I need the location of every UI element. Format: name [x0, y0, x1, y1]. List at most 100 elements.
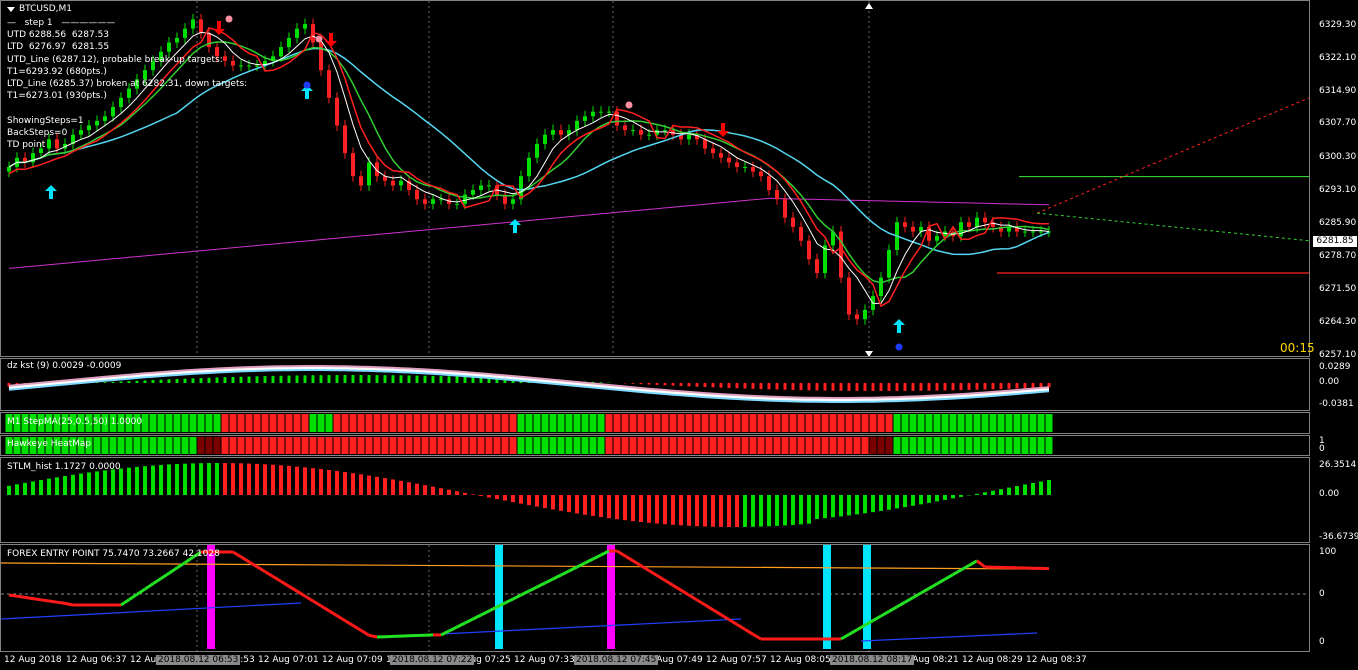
heatmap-cell: [637, 437, 645, 454]
forex-signal-segment: [736, 623, 746, 631]
candle-body: [767, 176, 771, 191]
forex-signal-segment: [632, 559, 642, 567]
stepma-cell: [237, 414, 245, 432]
heatmap-cell: [181, 437, 189, 454]
forex-signal-segment: [280, 580, 290, 588]
stepma-cell: [301, 414, 309, 432]
heatmap-cell: [437, 437, 445, 454]
candle-body: [791, 217, 795, 227]
stepma-cell: [941, 414, 949, 432]
forex-signal-segment: [128, 593, 138, 601]
candle-body: [303, 24, 307, 29]
stepma-cell: [245, 414, 253, 432]
candle-body: [855, 314, 859, 320]
stepma-cell: [653, 414, 661, 432]
stlm-indicator-pane[interactable]: STLM_hist 1.1727 0.0000: [0, 457, 1310, 543]
heatmap-cell: [277, 437, 285, 454]
heatmap-cell: [117, 437, 125, 454]
stepma-cell: [845, 414, 853, 432]
stepma-cell: [181, 414, 189, 432]
price-chart-pane[interactable]: BTCUSD,M1 — step 1 —————— UTD 6288.56 628…: [0, 0, 1315, 357]
candle-body: [719, 153, 723, 158]
heatmap-cell: [453, 437, 461, 454]
heatmap-cell: [789, 437, 797, 454]
heatmap-indicator-pane[interactable]: Hawkeye HeatMap: [0, 435, 1310, 456]
forex-signal-segment: [448, 625, 458, 633]
heatmap-cell: [1013, 437, 1021, 454]
forex-signal-segment: [712, 608, 722, 616]
candle-body: [255, 65, 259, 67]
time-axis-label: 12 Aug 08:05: [770, 655, 831, 665]
heatmap-cell: [1045, 437, 1053, 454]
stepma-cell: [933, 414, 941, 432]
forex-signal-segment: [568, 565, 578, 573]
forex-signal-segment: [592, 553, 602, 561]
chart-window[interactable]: BTCUSD,M1 — step 1 —————— UTD 6288.56 628…: [0, 0, 1358, 670]
forex-signal-segment: [720, 613, 730, 621]
stepma-cell: [925, 414, 933, 432]
stepma-cell: [733, 414, 741, 432]
stepma-cell: [205, 414, 213, 432]
forex-signal-segment: [368, 633, 378, 639]
heatmap-cell: [213, 437, 221, 454]
candle-body: [247, 65, 251, 67]
stepma-label: M1 StepMA(25,0.5,50) 1.0000: [7, 417, 143, 427]
heatmap-cell: [325, 437, 333, 454]
heatmap-cell: [645, 437, 653, 454]
heatmap-axis-bottom: 0: [1319, 444, 1325, 454]
candle-body: [663, 130, 667, 132]
heatmap-cell: [93, 437, 101, 454]
forex-signal-segment: [648, 569, 658, 577]
heatmap-cell: [813, 437, 821, 454]
heatmap-cell: [765, 437, 773, 454]
candle-body: [1031, 231, 1035, 233]
td-info-panel: — step 1 —————— UTD 6288.56 6287.53 LTD 62…: [7, 17, 247, 151]
heatmap-cell: [685, 437, 693, 454]
utd-projection-line: [1036, 97, 1309, 214]
heatmap-cell: [589, 437, 597, 454]
heatmap-cell: [829, 437, 837, 454]
forex-signal-segment: [472, 613, 482, 621]
heatmap-cell: [493, 437, 501, 454]
stepma-cell: [573, 414, 581, 432]
stepma-cell: [565, 414, 573, 432]
candle-body: [463, 194, 467, 204]
heatmap-cell: [141, 437, 149, 454]
stepma-cell: [813, 414, 821, 432]
buy-arrow-icon: [45, 185, 57, 199]
forex-entry-pane[interactable]: FOREX ENTRY POINT 75.7470 73.2667 42.102…: [0, 544, 1310, 652]
forex-signal-segment: [440, 629, 450, 637]
stepma-cell: [389, 414, 397, 432]
buy-arrow-icon: [893, 319, 905, 333]
symbol-dropdown-icon[interactable]: [7, 7, 15, 12]
heatmap-cell: [397, 437, 405, 454]
stepma-cell: [789, 414, 797, 432]
td-info-line: UTD 6288.56 6287.53: [7, 30, 110, 41]
kst-canvas: [7, 365, 1051, 403]
stepma-cell: [781, 414, 789, 432]
stepma-cell: [381, 414, 389, 432]
candle-body: [583, 116, 587, 121]
heatmap-cell: [677, 437, 685, 454]
stepma-cell: [693, 414, 701, 432]
heatmap-cell: [805, 437, 813, 454]
stepma-cell: [333, 414, 341, 432]
candle-body: [479, 185, 483, 191]
candle-body: [511, 199, 515, 204]
kst-axis-mid: 0.00: [1319, 377, 1340, 387]
forex-signal-segment: [144, 582, 154, 591]
stepma-cell: [293, 414, 301, 432]
forex-blue-line: [860, 632, 1038, 642]
kst-indicator-pane[interactable]: dz kst (9) 0.0029 -0.0009: [0, 358, 1310, 411]
stepma-cell: [1021, 414, 1029, 432]
forex-signal-segment: [584, 557, 594, 565]
stepma-cell: [453, 414, 461, 432]
td-info-line: BackSteps=0: [7, 127, 68, 138]
heatmap-cell: [237, 437, 245, 454]
heatmap-cell: [421, 437, 429, 454]
stepma-indicator-pane[interactable]: M1 StepMA(25,0.5,50) 1.0000: [0, 412, 1310, 434]
candle-body: [287, 37, 291, 48]
heatmap-cell: [461, 437, 469, 454]
stepma-cell: [741, 414, 749, 432]
heatmap-cell: [989, 437, 997, 454]
